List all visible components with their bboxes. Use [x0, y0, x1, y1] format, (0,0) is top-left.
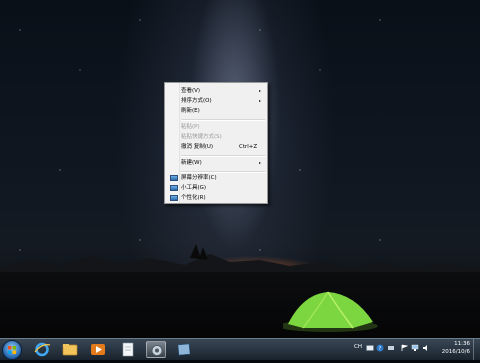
wallpaper-ground — [0, 272, 480, 338]
taskbar: CH ? 11:36 2016/10/6 — [0, 338, 480, 360]
menu-item-label: 小工具(G) — [181, 185, 207, 191]
menu-item-label: 屏幕分辨率(C) — [181, 175, 217, 181]
menu-item-paste-shortcut: 粘贴快捷方式(S) — [167, 132, 265, 142]
submenu-arrow-icon: ▸ — [258, 160, 261, 165]
taskbar-ie-button[interactable] — [32, 341, 52, 358]
media-player-icon — [91, 344, 105, 355]
menu-item-label: 粘贴快捷方式(S) — [181, 134, 222, 140]
menu-item-label: 粘贴(P) — [181, 124, 200, 130]
menu-item-label: 查看(V) — [181, 88, 201, 94]
menu-item-new[interactable]: 新建(W) ▸ — [167, 158, 265, 168]
help-icon[interactable]: ? — [376, 344, 384, 354]
wallpaper-tent — [283, 291, 378, 332]
menu-item-shortcut: Ctrl+Z — [239, 144, 258, 150]
menu-item-refresh[interactable]: 刷新(E) — [167, 106, 265, 116]
desktop-context-menu: 查看(V) ▸ 排序方式(O) ▸ 刷新(E) 粘贴(P) 粘贴快捷方式(S) … — [164, 82, 268, 204]
menu-separator — [181, 119, 265, 121]
taskbar-document-button[interactable] — [118, 341, 138, 358]
show-desktop-button[interactable] — [473, 339, 480, 360]
personalize-icon — [170, 195, 178, 201]
menu-separator — [181, 155, 265, 157]
gadgets-icon — [170, 185, 178, 191]
taskbar-clock[interactable]: 11:36 2016/10/6 — [436, 340, 470, 356]
keyboard-icon[interactable] — [366, 344, 374, 354]
desktop[interactable]: 查看(V) ▸ 排序方式(O) ▸ 刷新(E) 粘贴(P) 粘贴快捷方式(S) … — [0, 0, 480, 338]
menu-item-gadgets[interactable]: 小工具(G) — [167, 183, 265, 193]
network-icon[interactable] — [411, 344, 419, 354]
taskbar-active-app-button[interactable] — [146, 341, 166, 358]
options-icon[interactable] — [387, 344, 395, 354]
taskbar-window-button[interactable] — [174, 341, 194, 358]
submenu-arrow-icon: ▸ — [258, 88, 261, 93]
menu-item-undo-copy[interactable]: 撤消 复制(U) Ctrl+Z — [167, 142, 265, 152]
clock-date: 2016/10/6 — [441, 349, 470, 355]
app-icon — [151, 345, 163, 356]
ime-indicator[interactable]: CH — [354, 344, 362, 350]
menu-item-label: 撤消 复制(U) — [181, 144, 214, 150]
menu-item-view[interactable]: 查看(V) ▸ — [167, 86, 265, 96]
menu-item-label: 个性化(R) — [181, 195, 206, 201]
menu-item-label: 排序方式(O) — [181, 98, 212, 104]
monitor-icon — [170, 175, 178, 181]
submenu-arrow-icon: ▸ — [258, 98, 261, 103]
menu-item-label: 新建(W) — [181, 160, 202, 166]
ie-icon — [34, 342, 51, 357]
start-button[interactable] — [2, 340, 22, 360]
menu-item-label: 刷新(E) — [181, 108, 200, 114]
windows-logo-icon — [8, 346, 16, 354]
action-center-flag-icon[interactable] — [400, 344, 409, 354]
menu-item-sort-by[interactable]: 排序方式(O) ▸ — [167, 96, 265, 106]
window-icon — [177, 343, 191, 356]
document-icon — [122, 342, 134, 357]
taskbar-media-player-button[interactable] — [88, 341, 108, 358]
menu-item-paste: 粘贴(P) — [167, 122, 265, 132]
clock-time: 11:36 — [454, 341, 470, 347]
menu-item-screen-resolution[interactable]: 屏幕分辨率(C) — [167, 173, 265, 183]
svg-text:?: ? — [379, 346, 382, 352]
volume-icon[interactable] — [422, 344, 430, 354]
explorer-icon — [62, 344, 78, 356]
taskbar-explorer-button[interactable] — [60, 341, 80, 358]
menu-item-personalize[interactable]: 个性化(R) — [167, 193, 265, 203]
